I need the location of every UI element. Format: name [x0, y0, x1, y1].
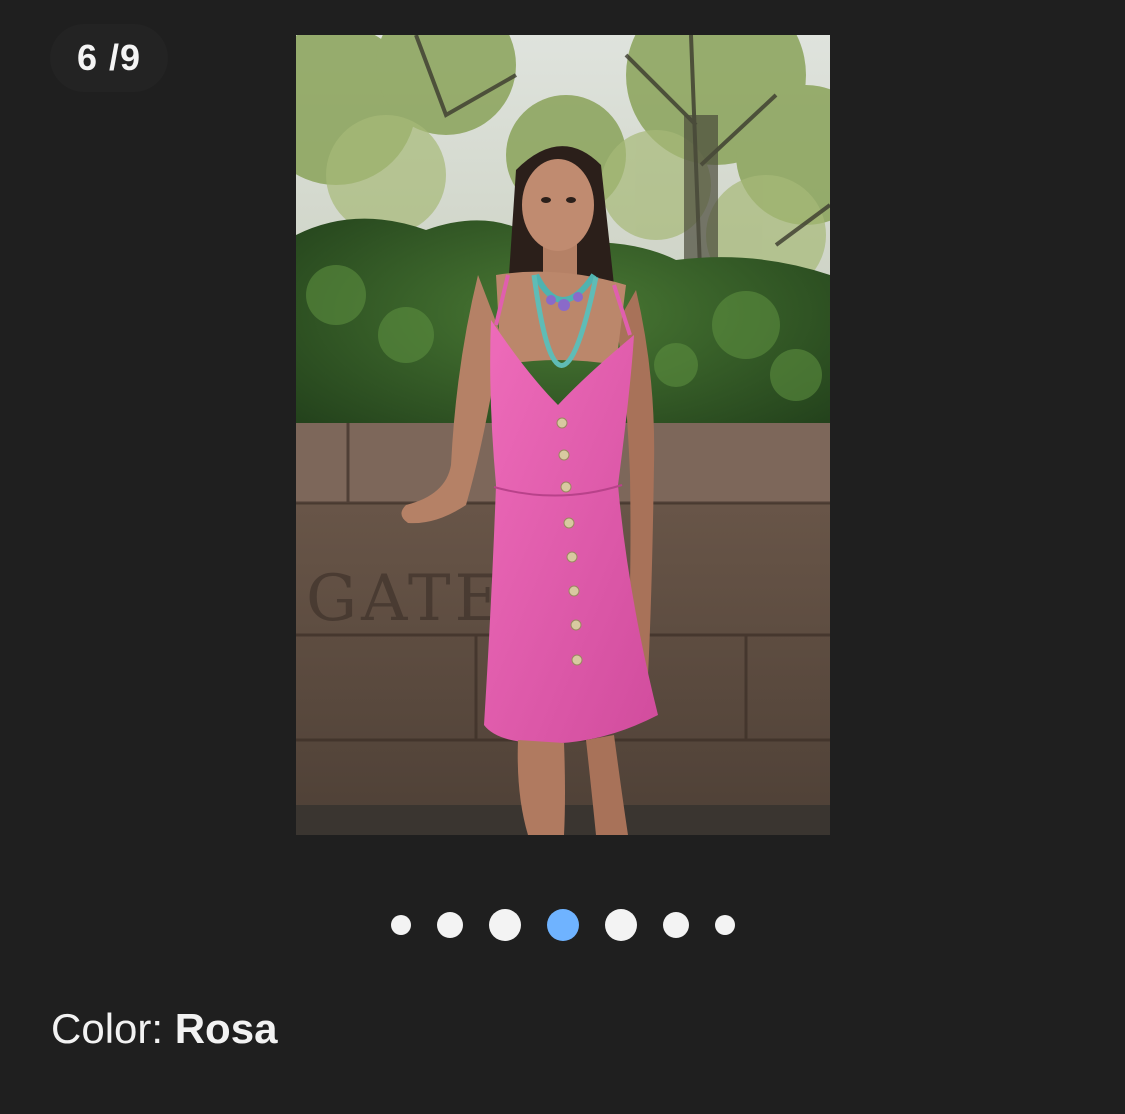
- engraved-gate-text: GATE: [306, 562, 505, 636]
- color-value: Rosa: [174, 1005, 278, 1052]
- pagination-dot[interactable]: [436, 912, 463, 938]
- color-label: Color:: [51, 1005, 164, 1052]
- pagination-dot[interactable]: [390, 915, 411, 935]
- pagination-dot[interactable]: [604, 909, 637, 941]
- product-photo-illustration: GATE: [296, 35, 830, 835]
- image-counter: 6 /9: [50, 24, 168, 92]
- pagination-dot[interactable]: [662, 912, 689, 938]
- pagination-dot[interactable]: [488, 909, 521, 941]
- product-color: Color: Rosa: [51, 1005, 277, 1053]
- pagination-dot[interactable]: [714, 915, 735, 935]
- image-counter-text: 6 /9: [76, 37, 142, 78]
- pagination-dot-active[interactable]: [546, 909, 579, 941]
- product-image[interactable]: GATE: [296, 35, 830, 835]
- pagination-dots: [0, 895, 1125, 955]
